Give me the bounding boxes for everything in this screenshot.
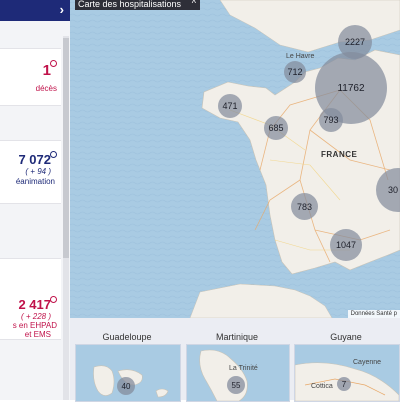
info-icon[interactable]: i <box>50 296 57 303</box>
place-label: Cayenne <box>353 359 382 366</box>
map-title-bar[interactable]: Carte des hospitalisations ^ <box>75 0 200 10</box>
map-bubble[interactable]: 7 <box>337 377 351 391</box>
info-icon[interactable]: i <box>50 151 57 158</box>
main-map[interactable]: Carte des hospitalisations ^ Le Havre FR… <box>70 0 400 318</box>
icu-label: éanimation <box>15 177 55 186</box>
map-bubble[interactable]: 712 <box>284 61 306 83</box>
map-guyane[interactable]: Cayenne Cottica 7 <box>294 344 400 402</box>
map-bubble[interactable]: 783 <box>291 193 318 220</box>
icu-delta: ( + 94 ) <box>25 167 51 176</box>
panel-title-guadeloupe: Guadeloupe <box>102 332 152 342</box>
map-credit: Données Santé p <box>347 310 400 318</box>
ehpad-label-line2: et EMS <box>24 330 51 339</box>
panel-title-martinique: Martinique <box>215 332 259 342</box>
chevron-up-icon[interactable]: ^ <box>192 0 196 8</box>
map-bubble[interactable]: 1047 <box>330 229 362 261</box>
sidebar: › 1 i décès 7 072 i ( + 94 ) éanimation … <box>0 0 70 400</box>
place-label: La Trinité <box>229 365 258 372</box>
ehpad-value: 2 417 <box>18 297 51 312</box>
deaths-label: décès <box>35 84 57 93</box>
map-bubble[interactable]: 471 <box>218 94 242 118</box>
panel-title-guyane: Guyane <box>330 332 362 342</box>
place-label: Cottica <box>311 383 333 390</box>
country-label: FRANCE <box>321 150 358 159</box>
map-guadeloupe[interactable]: 40 <box>75 344 181 402</box>
sidebar-header[interactable]: › <box>0 0 70 21</box>
map-title: Carte des hospitalisations <box>78 0 182 9</box>
scrollbar-thumb[interactable] <box>63 38 69 258</box>
sidebar-scrollbar[interactable] <box>63 36 69 400</box>
ehpad-label-line1: s en EHPAD <box>12 321 57 330</box>
map-bubble[interactable]: 55 <box>227 376 245 394</box>
map-bubble[interactable]: 793 <box>319 108 343 132</box>
icu-value: 7 072 <box>18 152 51 167</box>
deaths-card: 1 i décès <box>0 48 61 106</box>
info-icon[interactable]: i <box>50 60 57 67</box>
ehpad-card: 2 417 i ( + 228 ) s en EHPAD et EMS <box>0 258 61 340</box>
map-bubble[interactable]: 40 <box>117 377 135 395</box>
chevron-right-icon[interactable]: › <box>60 2 64 17</box>
city-label: Le Havre <box>286 53 315 60</box>
guyane-shape <box>295 362 399 401</box>
map-martinique[interactable]: La Trinité 55 <box>186 344 290 402</box>
ehpad-delta: ( + 228 ) <box>20 312 51 321</box>
icu-card: 7 072 i ( + 94 ) éanimation <box>0 140 61 204</box>
map-bubble[interactable]: 685 <box>264 116 288 140</box>
